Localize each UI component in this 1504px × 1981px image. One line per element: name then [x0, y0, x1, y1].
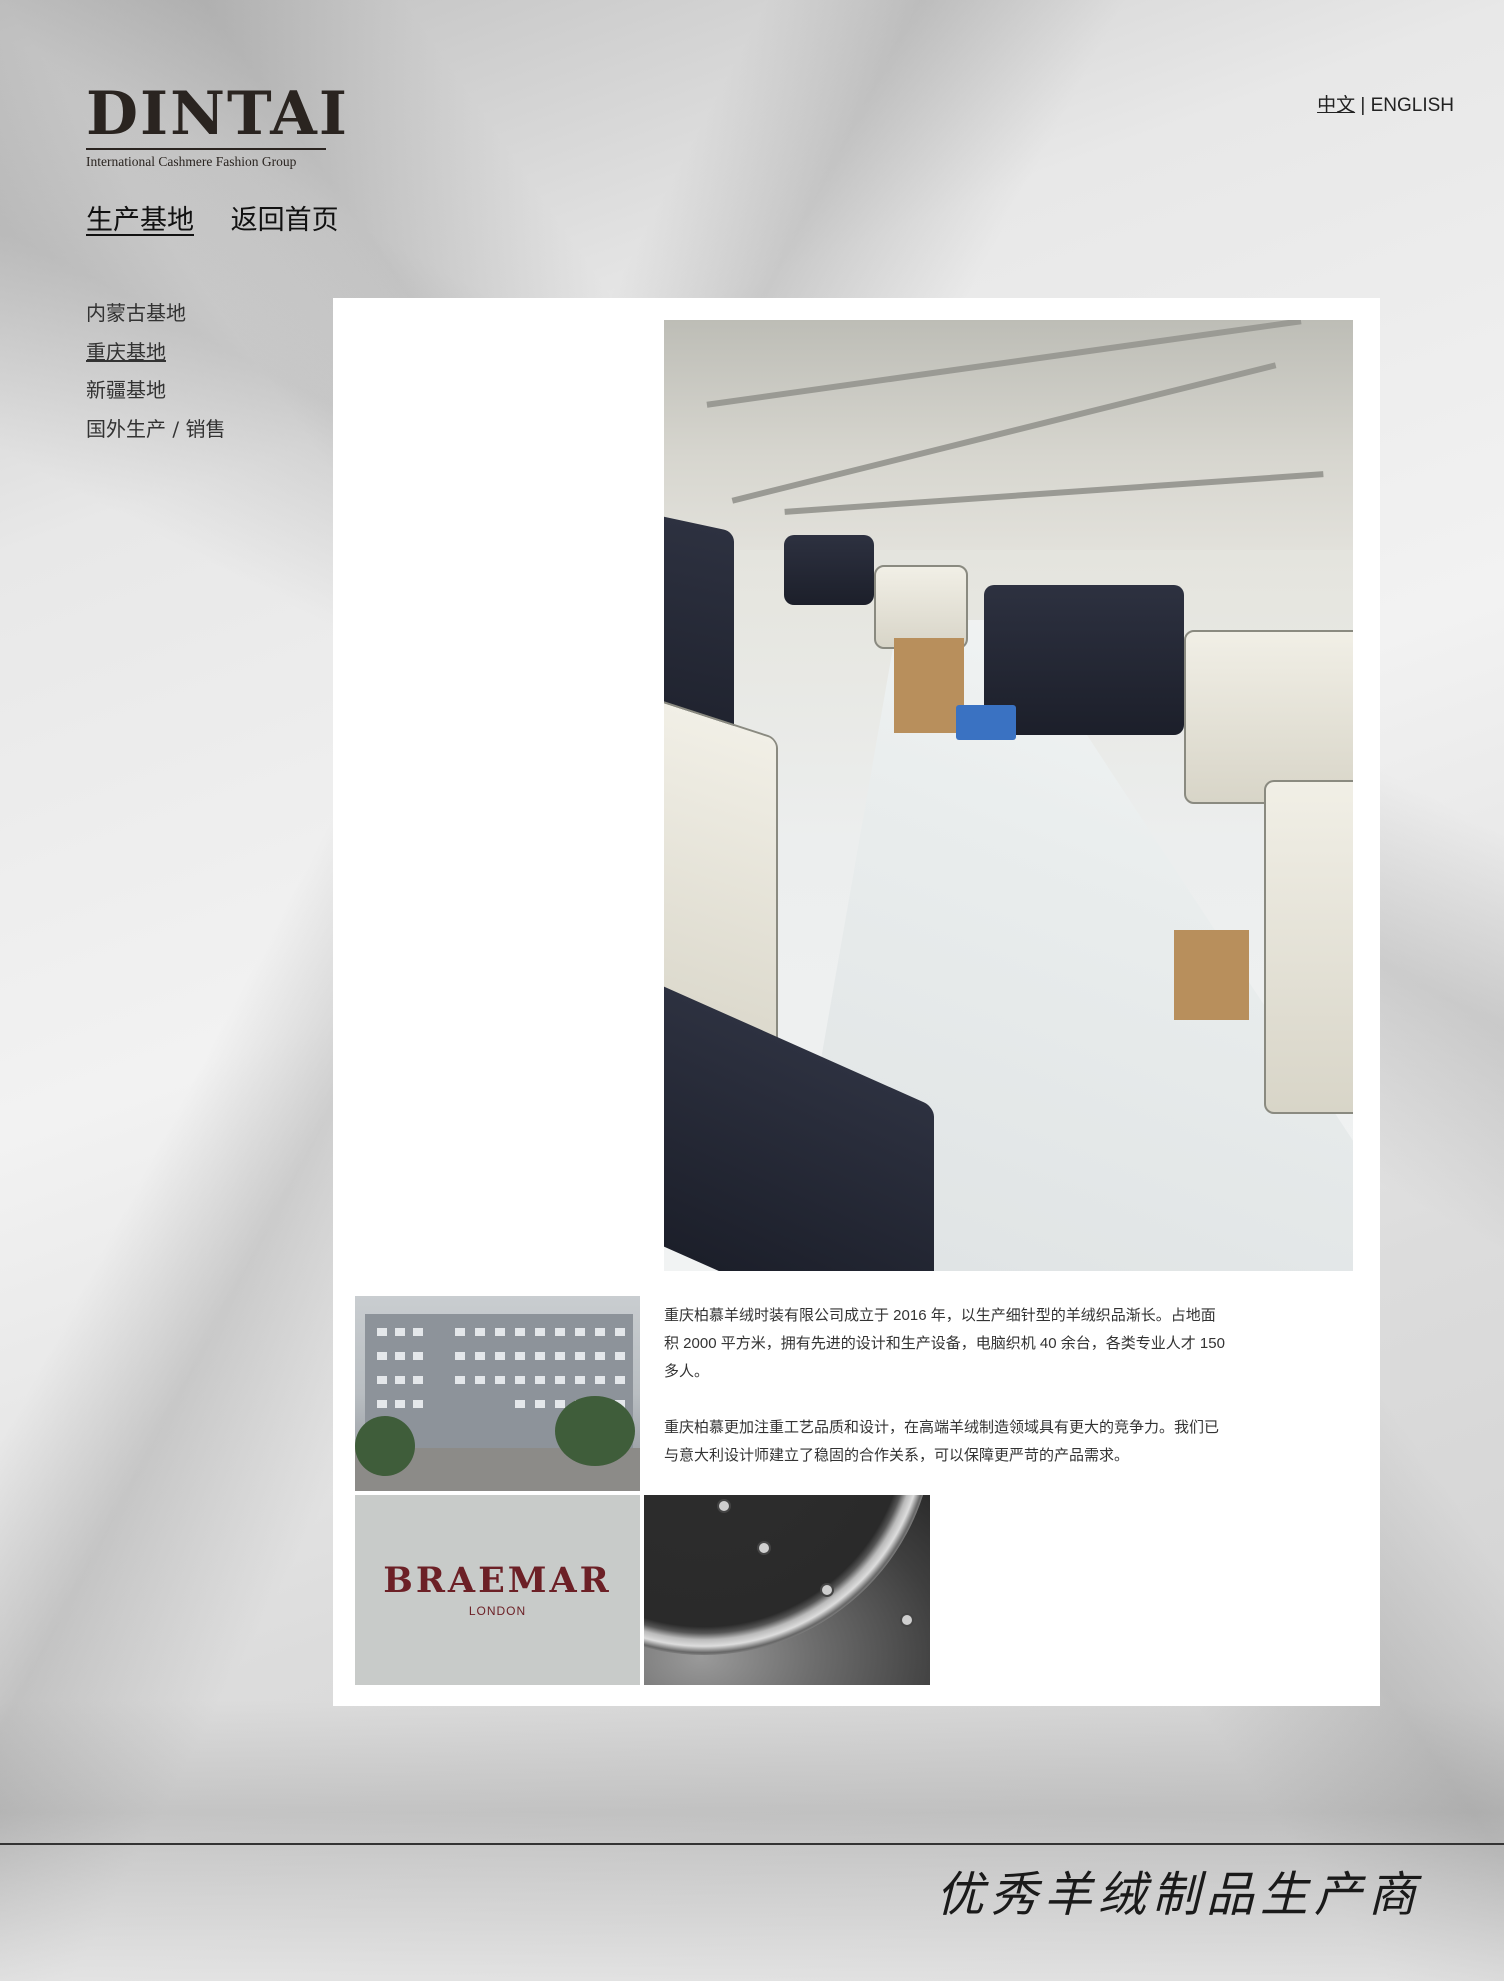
sidebar-item-xinjiang[interactable]: 新疆基地 [86, 371, 225, 410]
base-sidebar: 内蒙古基地 重庆基地 新疆基地 国外生产 / 销售 [86, 294, 225, 448]
nav-production-base[interactable]: 生产基地 [86, 205, 194, 236]
description-paragraph: 重庆柏慕羊绒时装有限公司成立于 2016 年，以生产细针型的羊绒织品渐长。占地面… [664, 1307, 1225, 1380]
sidebar-item-inner-mongolia[interactable]: 内蒙古基地 [86, 294, 225, 333]
braemar-location: LONDON [468, 1603, 527, 1618]
footer-divider [0, 1843, 1504, 1845]
description-paragraph: 重庆柏慕更加注重工艺品质和设计，在高端羊绒制造领域具有更大的竞争力。我们已与意大… [664, 1419, 1220, 1464]
needle-cylinder [644, 1495, 930, 1655]
braemar-wordmark: BRAEMAR [383, 1559, 612, 1601]
factory-floor-photo [664, 320, 1353, 1271]
chongqing-base-description: 重庆柏慕羊绒时装有限公司成立于 2016 年，以生产细针型的羊绒织品渐长。占地面… [664, 1302, 1229, 1498]
lang-zh-link[interactable]: 中文 [1317, 95, 1355, 116]
braemar-logo-image: BRAEMAR LONDON [355, 1495, 640, 1685]
dintai-logo[interactable]: DINTAI International Cashmere Fashion Gr… [86, 79, 349, 170]
knitting-machine-detail-photo [644, 1495, 930, 1685]
background-shadow-bottom [0, 1700, 1504, 1981]
logo-wordmark: DINTAI [86, 79, 349, 149]
factory-building-photo [355, 1296, 640, 1491]
nav-home[interactable]: 返回首页 [231, 205, 339, 236]
language-switcher: 中文 | ENGLISH [1317, 90, 1454, 117]
logo-tagline: International Cashmere Fashion Group [86, 154, 297, 169]
top-navigation: 生产基地 返回首页 [86, 198, 367, 237]
sidebar-item-chongqing[interactable]: 重庆基地 [86, 333, 225, 372]
lang-separator: | [1360, 95, 1366, 116]
sidebar-item-overseas[interactable]: 国外生产 / 销售 [86, 410, 225, 449]
footer-slogan: 优秀羊绒制品生产商 [935, 1867, 1422, 1923]
ceiling [664, 320, 1353, 550]
lang-en-link[interactable]: ENGLISH [1371, 95, 1454, 116]
